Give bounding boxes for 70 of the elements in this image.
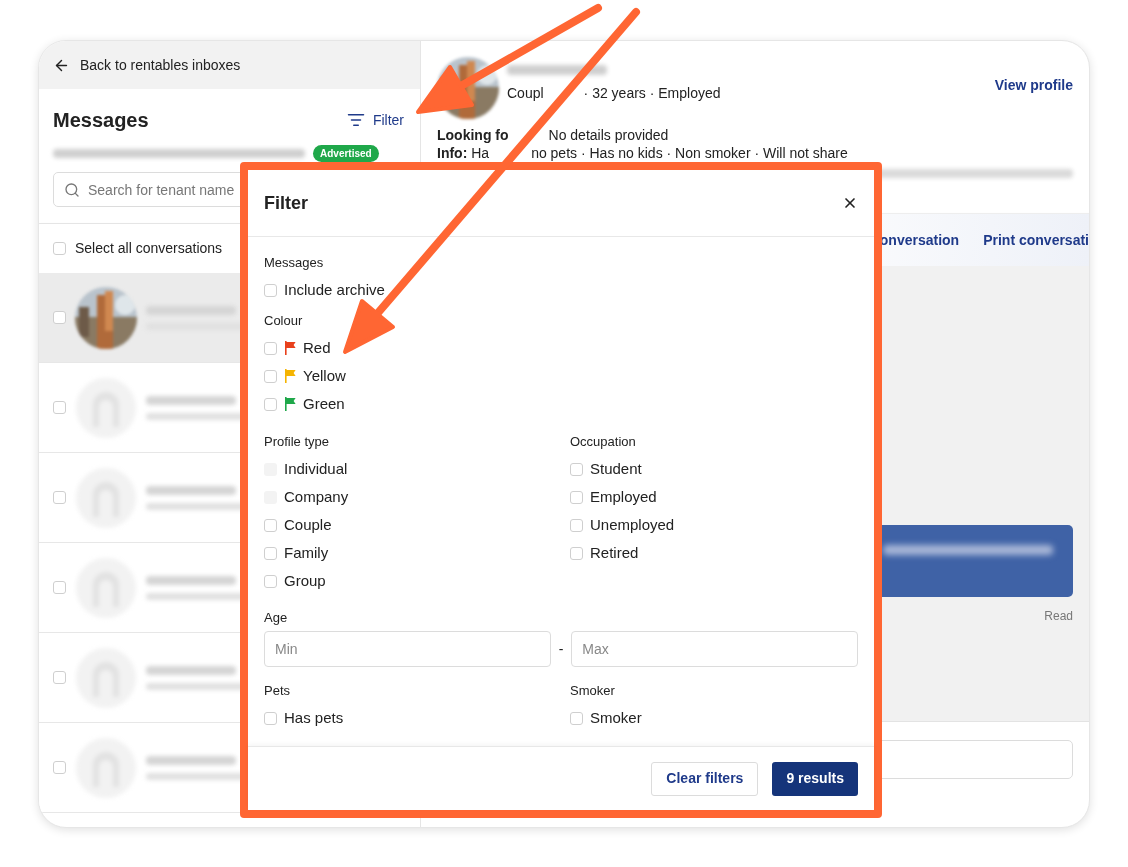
filter-icon <box>346 111 365 129</box>
filter-button[interactable]: Filter <box>346 109 404 131</box>
section-heading: Messages <box>264 254 325 272</box>
checkbox[interactable] <box>53 581 66 594</box>
option-label: Retired <box>590 543 639 564</box>
checkbox[interactable] <box>53 491 66 504</box>
option-label: Has pets <box>284 708 344 729</box>
checkbox[interactable] <box>53 671 66 684</box>
option-label: Include archive <box>284 280 385 301</box>
option-label: Smoker <box>590 708 642 729</box>
status-badge: Advertised <box>313 145 379 162</box>
checkbox[interactable] <box>570 519 583 532</box>
view-profile-link[interactable]: View profile <box>994 75 1073 96</box>
info-label: Info: Ha <box>437 145 490 161</box>
option-label: Group <box>284 571 326 592</box>
results-button[interactable]: 9 results <box>772 761 858 796</box>
option-label: Green <box>303 393 345 414</box>
search-icon <box>64 182 80 198</box>
checkbox[interactable] <box>53 761 66 774</box>
avatar-silhouette-icon <box>75 556 137 619</box>
checkbox[interactable] <box>264 519 277 532</box>
checkbox[interactable] <box>570 712 583 725</box>
checkbox[interactable] <box>570 491 583 504</box>
checkbox[interactable] <box>264 575 277 588</box>
option-label: Individual <box>284 459 348 480</box>
age-min-field[interactable]: Min <box>264 631 551 667</box>
option-label: Unemployed <box>590 515 675 536</box>
close-icon[interactable] <box>842 195 858 211</box>
checkbox[interactable] <box>264 397 277 411</box>
option-label: Yellow <box>303 365 346 386</box>
option-label: Company <box>284 487 349 508</box>
print-conversation-link[interactable]: Print conversati <box>983 229 1089 251</box>
back-link[interactable]: Back to rentables inboxes <box>80 54 241 76</box>
read-status: Read <box>1044 608 1073 625</box>
conversation-link[interactable]: onversation <box>879 229 960 251</box>
checkbox[interactable] <box>570 547 583 560</box>
checkbox[interactable] <box>264 341 277 355</box>
looking-for-label: Looking fo <box>437 127 509 143</box>
option-label: Student <box>590 459 642 480</box>
section-heading: Profile type <box>264 433 331 451</box>
profile-summary: Coupl <box>507 85 544 101</box>
checkbox[interactable] <box>264 369 277 383</box>
avatar-silhouette-icon <box>75 376 137 439</box>
looking-for-text: No details provided <box>548 127 669 143</box>
checkbox[interactable] <box>53 242 66 255</box>
profile-summary: · 32 years · Employed <box>583 85 721 101</box>
info-text: no pets · Has no kids · Non smoker · Will not share <box>531 145 848 161</box>
section-heading: Pets <box>264 682 291 700</box>
option-label: Red <box>303 337 331 358</box>
checkbox[interactable] <box>53 401 66 414</box>
range-separator: - <box>558 639 564 659</box>
option-label: Family <box>284 543 329 564</box>
checkbox[interactable] <box>570 463 583 476</box>
clear-filters-button[interactable]: Clear filters <box>651 761 759 796</box>
option-label: Couple <box>284 515 332 536</box>
section-heading: Smoker <box>570 682 616 700</box>
select-all-label: Select all conversations <box>75 239 223 258</box>
checkbox[interactable] <box>264 712 277 725</box>
section-heading: Colour <box>264 311 304 330</box>
avatar-silhouette-icon <box>75 466 137 529</box>
avatar-silhouette-icon <box>75 646 137 709</box>
option-label: Employed <box>590 487 657 508</box>
page-title: Messages <box>53 108 149 133</box>
age-max-field[interactable]: Max <box>571 631 858 667</box>
avatar-silhouette-icon <box>75 736 137 799</box>
checkbox[interactable] <box>264 547 277 560</box>
section-heading: Occupation <box>570 433 637 451</box>
checkbox[interactable] <box>264 284 277 297</box>
checkbox[interactable] <box>53 311 66 324</box>
section-heading: Age <box>264 608 289 627</box>
